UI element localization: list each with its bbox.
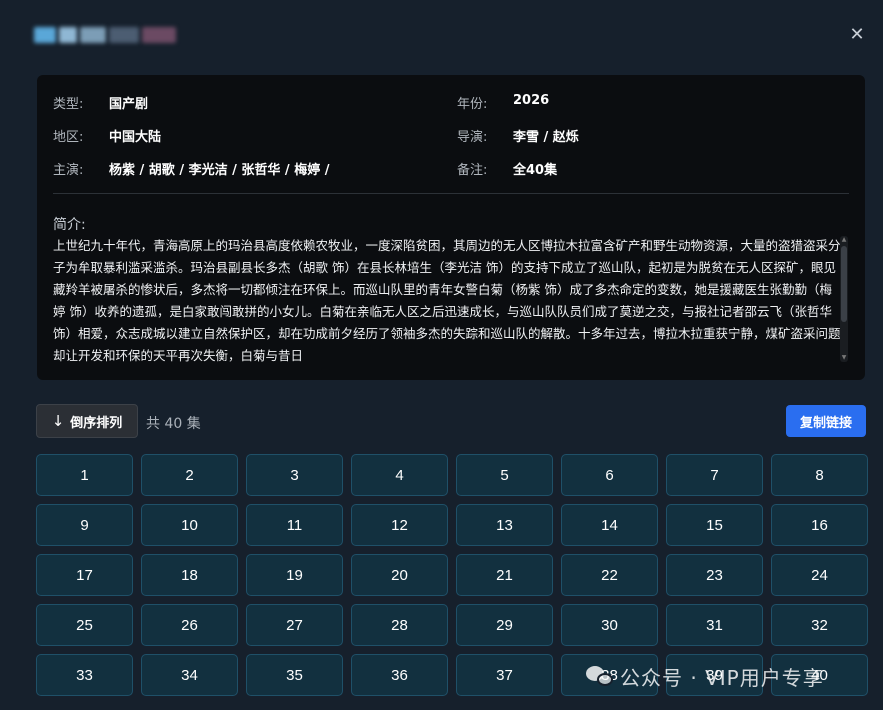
episode-button[interactable]: 5 (456, 454, 553, 496)
episode-button[interactable]: 20 (351, 554, 448, 596)
meta-cast-label: 主演: (53, 163, 84, 178)
watermark-text: 公众号 · VIP用户专享 (620, 665, 824, 690)
intro-text: 上世纪九十年代，青海高原上的玛治县高度依赖农牧业，一度深陷贫困，其周边的无人区博… (53, 238, 841, 363)
episode-button[interactable]: 2 (141, 454, 238, 496)
episode-button[interactable]: 26 (141, 604, 238, 646)
sort-order-button[interactable]: ↓ 倒序排列 (36, 404, 138, 438)
blurred-title (34, 22, 184, 48)
scroll-down-icon[interactable]: ▼ (840, 354, 848, 362)
meta-year-label: 年份: (457, 97, 488, 112)
episode-button[interactable]: 27 (246, 604, 343, 646)
episode-button[interactable]: 16 (771, 504, 868, 546)
meta-type: 类型: 国产剧 (53, 93, 148, 112)
episode-button[interactable]: 8 (771, 454, 868, 496)
meta-year: 年份: 2026 (457, 93, 549, 112)
meta-type-label: 类型: (53, 97, 84, 112)
episode-button[interactable]: 35 (246, 654, 343, 696)
meta-note-value: 全40集 (513, 163, 558, 178)
episode-button[interactable]: 4 (351, 454, 448, 496)
episode-button[interactable]: 24 (771, 554, 868, 596)
meta-year-value: 2026 (513, 93, 550, 108)
episode-button[interactable]: 6 (561, 454, 658, 496)
meta-type-value: 国产剧 (109, 97, 149, 112)
sort-order-label: 倒序排列 (70, 415, 123, 431)
meta-director-label: 导演: (457, 130, 488, 145)
wechat-icon (586, 664, 614, 688)
episode-button[interactable]: 11 (246, 504, 343, 546)
episode-button[interactable]: 12 (351, 504, 448, 546)
episode-button[interactable]: 17 (36, 554, 133, 596)
episode-button[interactable]: 19 (246, 554, 343, 596)
watermark: 公众号 · VIP用户专享 (586, 660, 824, 692)
close-icon[interactable]: ✕ (846, 24, 868, 46)
episode-button[interactable]: 31 (666, 604, 763, 646)
episode-button[interactable]: 9 (36, 504, 133, 546)
episode-button[interactable]: 13 (456, 504, 553, 546)
episode-button[interactable]: 10 (141, 504, 238, 546)
scrollbar-thumb[interactable] (841, 246, 847, 322)
episode-button[interactable]: 30 (561, 604, 658, 646)
episode-button[interactable]: 25 (36, 604, 133, 646)
intro-label: 简介: (53, 217, 86, 233)
divider (53, 193, 849, 194)
episode-button[interactable]: 22 (561, 554, 658, 596)
episode-button[interactable]: 14 (561, 504, 658, 546)
meta-region-value: 中国大陆 (109, 130, 162, 145)
intro-scrollbar[interactable]: ▲ ▼ (840, 236, 848, 362)
episode-count: 共 40 集 (146, 416, 201, 432)
episode-button[interactable]: 3 (246, 454, 343, 496)
episode-button[interactable]: 23 (666, 554, 763, 596)
meta-cast: 主演: 杨紫 / 胡歌 / 李光洁 / 张哲华 / 梅婷 / (53, 159, 329, 178)
meta-region-label: 地区: (53, 130, 84, 145)
arrow-down-icon: ↓ (51, 412, 65, 430)
copy-link-button[interactable]: 复制链接 (786, 405, 866, 437)
scroll-up-icon[interactable]: ▲ (840, 236, 848, 244)
episode-button[interactable]: 7 (666, 454, 763, 496)
episode-button[interactable]: 37 (456, 654, 553, 696)
meta-cast-value: 杨紫 / 胡歌 / 李光洁 / 张哲华 / 梅婷 / (109, 163, 330, 178)
episode-button[interactable]: 36 (351, 654, 448, 696)
episode-button[interactable]: 1 (36, 454, 133, 496)
episode-button[interactable]: 18 (141, 554, 238, 596)
meta-note-label: 备注: (457, 163, 488, 178)
episode-button[interactable]: 32 (771, 604, 868, 646)
episode-button[interactable]: 28 (351, 604, 448, 646)
meta-region: 地区: 中国大陆 (53, 126, 161, 145)
meta-director-value: 李雪 / 赵烁 (513, 130, 579, 145)
episode-button[interactable]: 34 (141, 654, 238, 696)
episode-button[interactable]: 21 (456, 554, 553, 596)
episode-button[interactable]: 15 (666, 504, 763, 546)
episode-button[interactable]: 33 (36, 654, 133, 696)
meta-note: 备注: 全40集 (457, 159, 557, 178)
info-panel: 类型: 国产剧 年份: 2026 地区: 中国大陆 导演: 李雪 / 赵烁 主演… (37, 75, 865, 380)
episode-button[interactable]: 29 (456, 604, 553, 646)
meta-director: 导演: 李雪 / 赵烁 (457, 126, 579, 145)
